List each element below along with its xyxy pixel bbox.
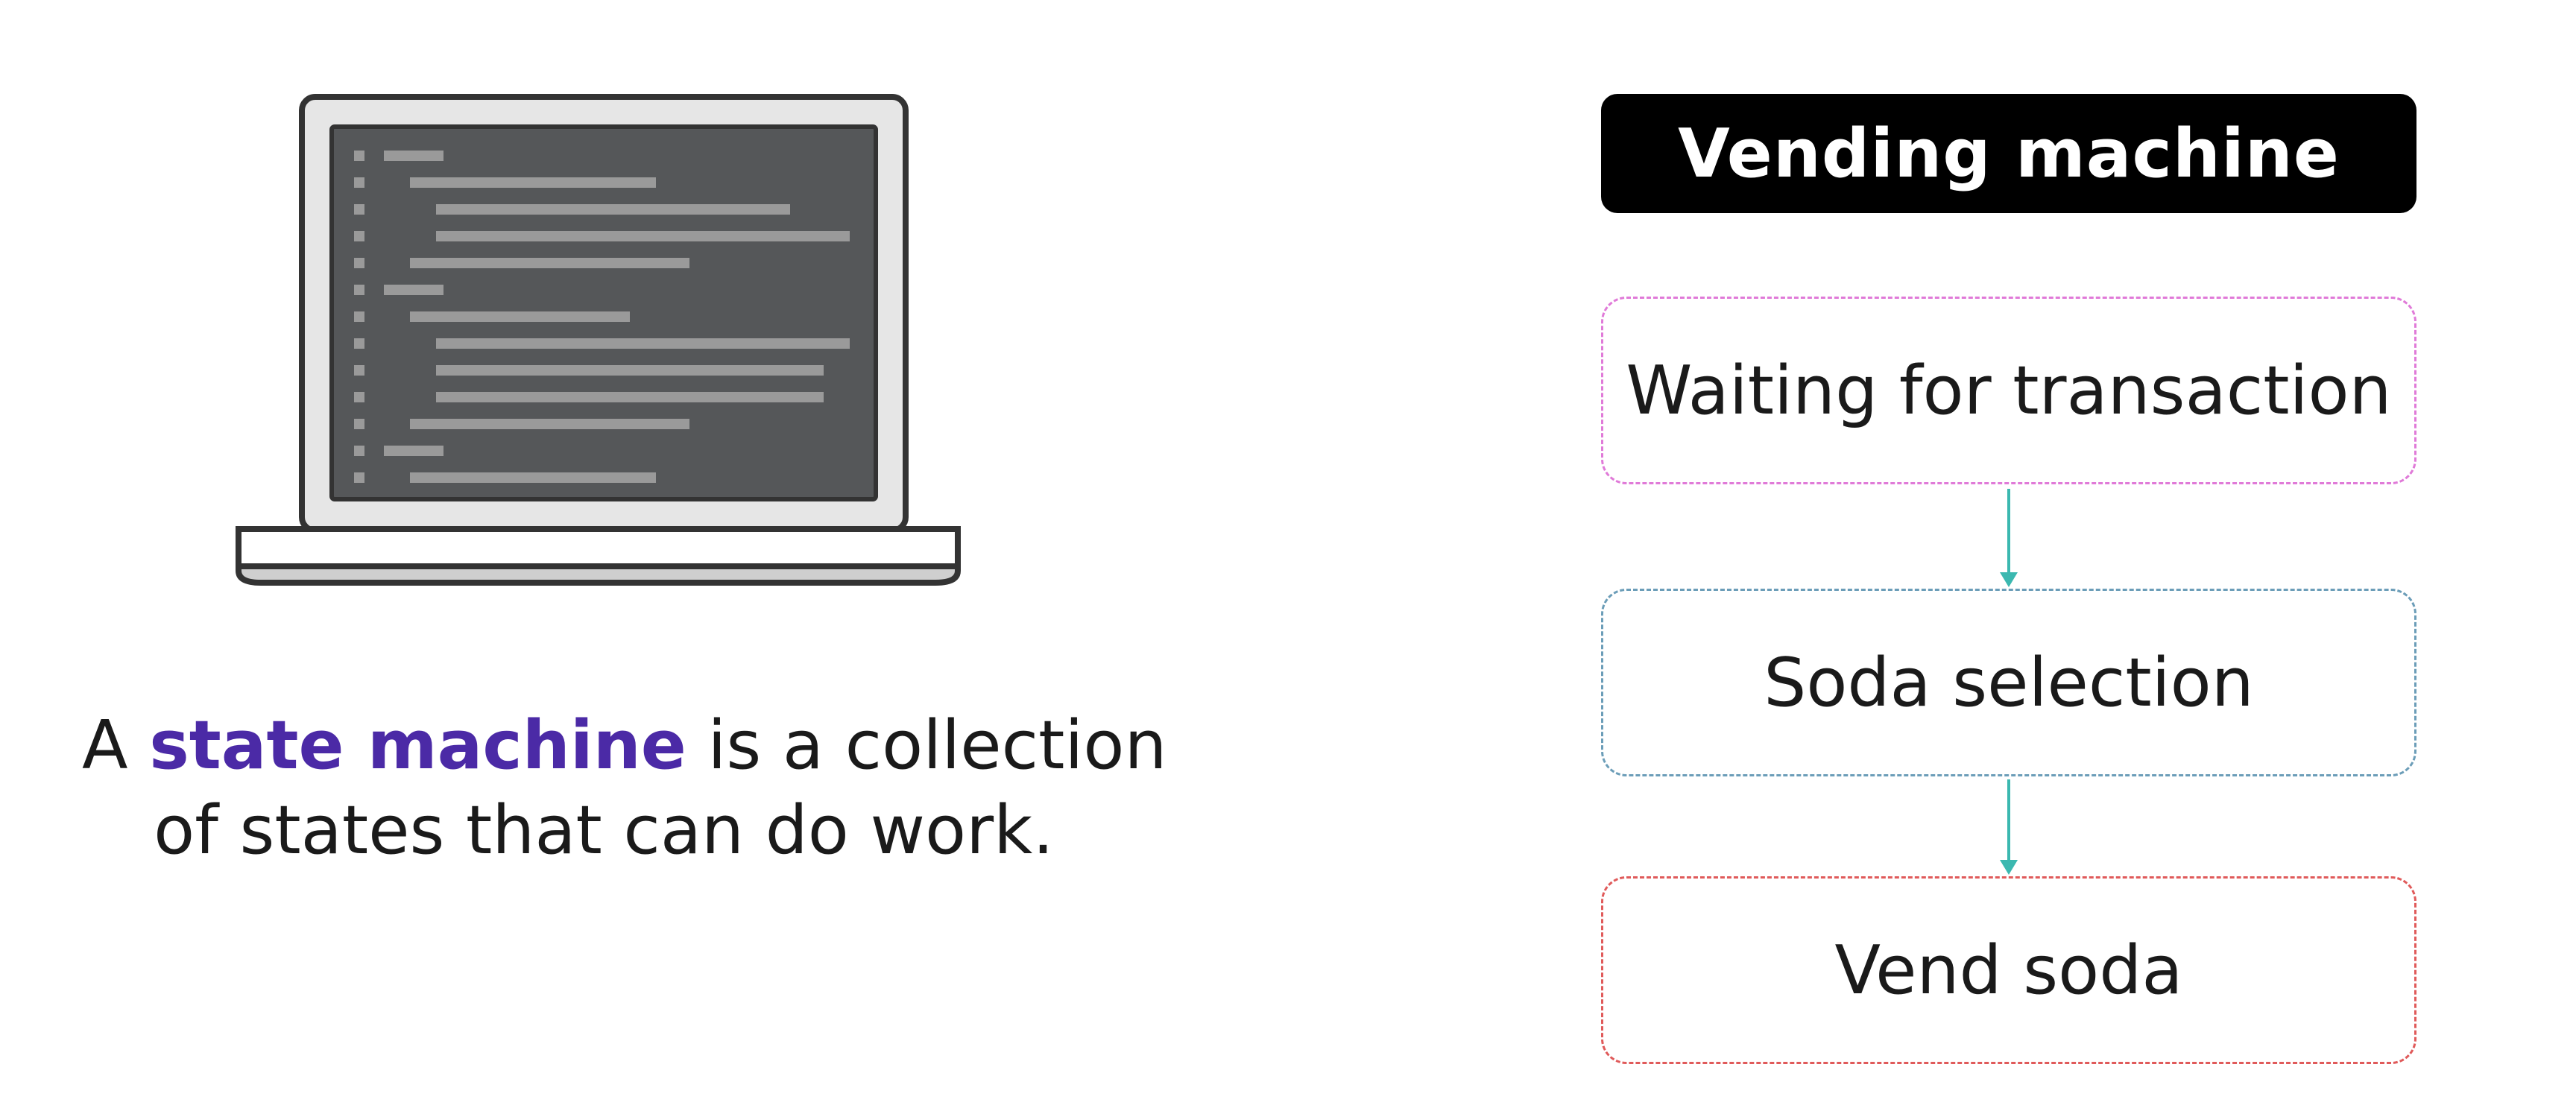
transition-arrow [1998,779,2020,876]
caption-line-1: A state machine is a collection [82,703,1167,788]
diagram-title: Vending machine [1601,94,2416,213]
caption-highlight: state machine [149,706,686,785]
state-waiting-for-transaction: Waiting for transaction [1601,297,2416,484]
caption-line-2: of states that can do work. [154,791,1054,870]
caption-suffix: is a collection [686,706,1167,785]
slide: A state machine is a collection of state… [0,0,2576,1111]
caption-prefix: A [82,706,150,785]
laptop-code-icon [231,91,965,589]
transition-arrow [1998,489,2020,589]
state-soda-selection: Soda selection [1601,589,2416,776]
state-vend-soda: Vend soda [1601,876,2416,1064]
state-machine-caption: A state machine is a collection of state… [82,703,1167,873]
